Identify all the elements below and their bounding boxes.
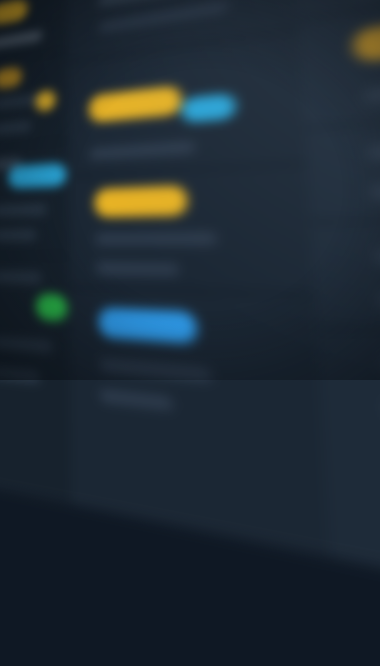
detail-tag-yellow[interactable] xyxy=(352,19,380,63)
divider xyxy=(0,253,70,258)
divider xyxy=(297,0,380,22)
detail-label xyxy=(370,179,380,200)
list-row-label[interactable] xyxy=(98,0,229,34)
detail-label xyxy=(367,133,380,161)
status-dot-icon xyxy=(35,89,56,112)
detail-label xyxy=(363,73,380,104)
sidebar-badge-orange[interactable] xyxy=(0,66,22,90)
divider xyxy=(69,285,315,297)
sidebar-badge-yellow[interactable] xyxy=(0,0,28,26)
sidebar-item-label[interactable] xyxy=(0,120,32,135)
list-row-label[interactable] xyxy=(89,140,196,161)
list-row-label[interactable] xyxy=(95,261,180,277)
sidebar-item-label[interactable] xyxy=(0,366,41,384)
list-row-label[interactable] xyxy=(99,358,212,383)
divider xyxy=(0,139,69,153)
sidebar-badge-cyan[interactable] xyxy=(8,162,67,189)
divider xyxy=(67,28,299,64)
status-tag-yellow[interactable] xyxy=(94,185,188,218)
sidebar-item-label[interactable] xyxy=(0,229,37,242)
sidebar-item-label[interactable] xyxy=(0,270,42,284)
main-list xyxy=(66,0,334,558)
sidebar-badge-green[interactable] xyxy=(35,293,68,322)
status-tag-cyan[interactable] xyxy=(181,92,237,124)
list-row-label[interactable] xyxy=(98,0,178,7)
sidebar-item-label[interactable] xyxy=(0,203,47,217)
list-row-label[interactable] xyxy=(95,231,218,246)
divider xyxy=(316,325,380,356)
list-row-label[interactable] xyxy=(99,388,174,411)
detail-label xyxy=(375,249,380,267)
status-tag-yellow[interactable] xyxy=(88,85,182,123)
app-window xyxy=(0,0,380,666)
sidebar-item-label[interactable] xyxy=(0,336,53,354)
divider xyxy=(310,213,380,224)
status-tag-blue[interactable] xyxy=(98,307,198,345)
sidebar-item-label[interactable] xyxy=(0,29,43,50)
divider xyxy=(68,162,307,178)
sidebar xyxy=(0,0,74,505)
